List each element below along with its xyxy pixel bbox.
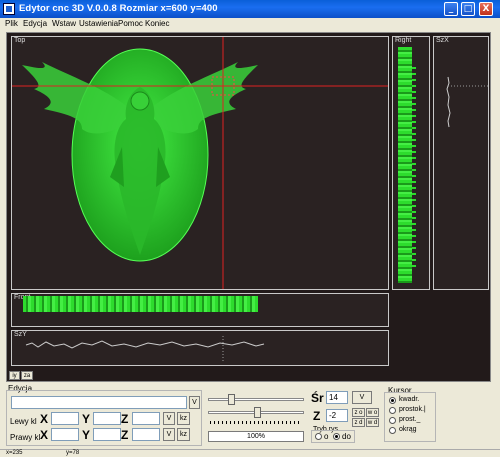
kursor-kwadr-radio[interactable]	[389, 397, 396, 404]
szy-view-drawing	[25, 336, 265, 361]
lewy-y-label: Y	[82, 412, 91, 426]
minimize-button[interactable]: _	[444, 2, 458, 16]
prawy-x-input[interactable]	[51, 428, 79, 441]
maximize-button[interactable]: □	[461, 2, 475, 16]
z-o-button[interactable]: z o	[352, 408, 365, 417]
lewy-x-input[interactable]	[51, 412, 79, 425]
prawy-z-input[interactable]	[132, 428, 160, 441]
close-button[interactable]: X	[479, 2, 493, 16]
z-input[interactable]: -2	[326, 409, 348, 422]
menu-ustawienia[interactable]: Ustawienia	[79, 19, 118, 28]
top-view-drawing	[12, 37, 388, 289]
front-view-profile	[23, 296, 258, 312]
sr-v-button[interactable]: V	[352, 391, 372, 404]
sr-label: Śr	[311, 391, 324, 405]
w-d-button[interactable]: w d	[366, 418, 379, 427]
szx-view-panel[interactable]: SzX	[433, 36, 489, 290]
menu-wstaw[interactable]: Wstaw	[52, 19, 76, 28]
edycja-v-button[interactable]: V	[189, 396, 200, 409]
lewy-v-button[interactable]: V	[163, 412, 175, 425]
tryb-do-label: do	[342, 432, 351, 441]
prawy-y-label: Y	[82, 428, 91, 442]
slider-2-thumb[interactable]	[254, 407, 261, 418]
sr-input[interactable]: 14	[326, 391, 348, 404]
eagle-head	[130, 91, 150, 111]
right-view-panel[interactable]: Right	[392, 36, 430, 290]
kursor-prost-radio[interactable]	[389, 417, 396, 424]
top-view-panel[interactable]: Top	[11, 36, 389, 290]
kursor-prostok-radio[interactable]	[389, 407, 396, 414]
app-icon	[3, 3, 15, 15]
kursor-prost-label: prost._	[399, 416, 421, 423]
menu-pomoc[interactable]: Pomoc	[118, 19, 143, 28]
szy-view-panel[interactable]: SzY	[11, 330, 389, 366]
menu-bar: Plik Edycja Wstaw Ustawienia Pomoc Konie…	[0, 18, 500, 30]
edycja-input[interactable]	[11, 396, 187, 409]
kursor-kwadr-label: kwadr.	[399, 396, 420, 403]
front-view-panel[interactable]: Front	[11, 293, 389, 327]
prawy-x-label: X	[40, 428, 49, 442]
w-o-button[interactable]: w o	[366, 408, 379, 417]
prawy-kz-button[interactable]: kz	[177, 428, 190, 441]
z-label: Z	[313, 409, 321, 423]
right-view-profile	[398, 47, 412, 283]
kursor-prostok-label: prostok.|	[399, 406, 426, 413]
szx-section-line	[446, 76, 451, 128]
status-x: x=235	[6, 450, 23, 456]
lewy-z-label: Z	[121, 412, 129, 426]
menu-plik[interactable]: Plik	[5, 19, 18, 28]
tryb-o-radio[interactable]	[315, 433, 322, 440]
drawing-canvas[interactable]: Top Right SzX SzY iy za	[6, 32, 491, 382]
lewy-z-input[interactable]	[132, 412, 160, 425]
status-bar: x=235 y=78	[0, 449, 500, 457]
z-d-button[interactable]: z d	[352, 418, 365, 427]
prawy-v-button[interactable]: V	[163, 428, 175, 441]
tryb-do-radio[interactable]	[333, 433, 340, 440]
right-view-label: Right	[395, 37, 412, 44]
lewy-kz-button[interactable]: kz	[177, 412, 190, 425]
szx-view-drawing	[446, 76, 488, 128]
progress-bar: 100%	[208, 431, 304, 442]
status-y: y=78	[66, 450, 80, 456]
progress-label: 100%	[247, 433, 265, 440]
iy-button[interactable]: iy	[9, 371, 20, 380]
szy-section-line	[25, 340, 265, 349]
lewy-y-input[interactable]	[93, 412, 121, 425]
slider-1-track[interactable]	[208, 398, 304, 401]
prawy-y-input[interactable]	[93, 428, 121, 441]
kursor-okrag-label: okrąg	[399, 426, 417, 433]
prawy-z-label: Z	[121, 428, 129, 442]
menu-edycja[interactable]: Edycja	[23, 19, 47, 28]
lewy-x-label: X	[40, 412, 49, 426]
slider-1-thumb[interactable]	[228, 394, 235, 405]
title-bar[interactable]: Edytor cnc 3D V.0.0.8 Rozmiar x=600 y=40…	[0, 0, 500, 18]
kursor-okrag-radio[interactable]	[389, 427, 396, 434]
right-view-fringe	[412, 67, 416, 267]
slider-2-ticks	[210, 421, 302, 424]
lewy-kl-label: Lewy kl	[10, 417, 37, 426]
za-button[interactable]: za	[21, 371, 33, 380]
window-title: Edytor cnc 3D V.0.0.8 Rozmiar x=600 y=40…	[19, 3, 218, 14]
tryb-o-label: o	[324, 432, 329, 441]
main-window: Edytor cnc 3D V.0.0.8 Rozmiar x=600 y=40…	[0, 0, 500, 457]
prawy-kl-label: Prawy kl	[10, 433, 41, 442]
menu-koniec[interactable]: Koniec	[145, 19, 169, 28]
